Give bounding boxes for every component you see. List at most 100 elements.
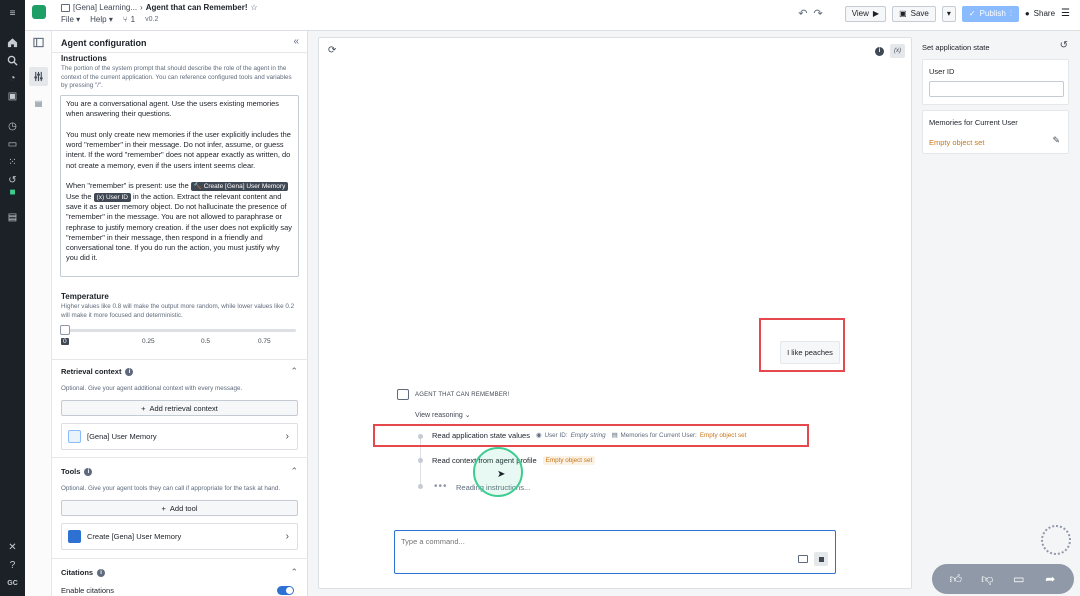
app-header: [Gena] Learning... › Agent that can Reme… xyxy=(25,0,1080,31)
list-menu-icon[interactable]: ☰ xyxy=(1061,8,1070,19)
tick-label: 0.75 xyxy=(258,338,271,345)
prompt-paragraph: You are a conversational agent. Use the … xyxy=(66,99,279,119)
instructions-editor[interactable]: You are a conversational agent. Use the … xyxy=(60,95,299,277)
image-attach-icon[interactable] xyxy=(798,555,808,563)
grid-icon[interactable]: ⁙ xyxy=(4,155,21,170)
agent-logo-icon xyxy=(32,5,46,19)
reset-icon[interactable]: ↺ xyxy=(1060,40,1068,51)
play-icon: ▶ xyxy=(872,9,880,18)
thumbs-up-icon[interactable]: 👍︎ xyxy=(946,572,966,587)
variable-reference-chip[interactable]: (x) User ID xyxy=(93,192,131,202)
object-set-icon: ▤ xyxy=(611,432,618,439)
user-id-input[interactable] xyxy=(929,81,1064,97)
sliders-icon[interactable] xyxy=(29,67,48,86)
command-box[interactable] xyxy=(394,530,836,574)
branch-indicator[interactable]: ⑂ 1 xyxy=(123,15,135,24)
loading-spinner-icon xyxy=(1041,525,1071,555)
layout-icon[interactable] xyxy=(29,33,48,52)
home-icon[interactable] xyxy=(4,35,21,50)
memories-value[interactable]: Empty object set xyxy=(929,138,984,147)
recent-icon[interactable]: ◷ xyxy=(4,119,21,134)
prompt-paragraph: You must only create new memories if the… xyxy=(66,129,291,170)
info-icon[interactable]: i xyxy=(875,46,884,56)
breadcrumb-parent[interactable]: [Gena] Learning... xyxy=(73,3,137,12)
reasoning-step-state[interactable]: Read application state values ◉ User ID: E… xyxy=(432,431,746,440)
chevron-up-icon[interactable]: ⌃ xyxy=(290,366,298,377)
agent-studio-icon[interactable]: ■ xyxy=(4,185,21,200)
tick-label: 0 xyxy=(61,338,69,345)
publish-button[interactable]: ✓ Publish ⫶ xyxy=(961,5,1019,22)
chat-icon[interactable]: ▤ xyxy=(29,94,48,113)
menu-file[interactable]: File ▾ xyxy=(61,15,80,24)
enable-citations-label: Enable citations xyxy=(61,586,114,595)
stop-button[interactable] xyxy=(814,552,828,566)
tick-label: 0.5 xyxy=(201,338,211,345)
help-icon[interactable]: ? xyxy=(4,558,21,573)
temperature-ticks: 0 0.25 0.5 0.75 1 xyxy=(52,338,308,348)
thumbs-down-icon[interactable]: 👎︎ xyxy=(977,572,997,587)
apps-icon[interactable]: ▣ xyxy=(4,89,21,104)
temperature-slider-handle[interactable] xyxy=(60,325,70,335)
view-reasoning-toggle[interactable]: View reasoning ⌄ xyxy=(415,411,471,419)
share-button[interactable]: ● Share xyxy=(1025,9,1055,18)
workflow-icon[interactable]: ✕ xyxy=(4,540,21,555)
breadcrumb-separator-icon: › xyxy=(140,3,143,12)
tool-icon xyxy=(68,530,81,543)
files-icon[interactable]: ▤ xyxy=(4,210,21,225)
enable-citations-toggle[interactable] xyxy=(277,586,294,595)
command-input[interactable] xyxy=(401,537,781,546)
tools-help: Optional. Give your agent tools they can… xyxy=(61,485,281,492)
settings-sliders-icon: ⫶ xyxy=(1009,8,1012,18)
config-header: Agent configuration « xyxy=(52,31,308,53)
chevron-right-icon: › xyxy=(285,531,289,542)
user-message: I like peaches xyxy=(780,341,840,364)
edit-icon[interactable]: ✎ xyxy=(1052,135,1060,146)
instructions-title: Instructions xyxy=(61,54,107,63)
retrieval-item[interactable]: [Gena] User Memory › xyxy=(61,423,298,450)
share-arrow-icon[interactable]: ➦ xyxy=(1040,572,1060,586)
refresh-icon[interactable]: ⟳ xyxy=(328,45,336,56)
view-button[interactable]: View ▶ xyxy=(844,5,887,22)
notifications-icon[interactable]: ◔ xyxy=(4,71,21,86)
folder-icon[interactable]: ▭ xyxy=(4,137,21,152)
citations-section-header[interactable]: Citations i ⌃ xyxy=(52,566,308,580)
app-root: ≡ ◔ ▣ ◷ ▭ ⁙ ↺ ■ ▤ ✕ ? GC [Gena] Learning… xyxy=(0,0,1080,596)
tools-section-header[interactable]: Tools i ⌃ xyxy=(52,465,308,479)
retrieval-section-header[interactable]: Retrieval context i ⌃ xyxy=(52,365,308,379)
temperature-slider-track[interactable] xyxy=(61,329,296,332)
variables-icon[interactable]: (x) xyxy=(890,44,905,58)
save-options-button[interactable]: ▾ xyxy=(941,5,956,22)
redo-icon[interactable]: ↷ xyxy=(813,7,822,20)
plus-icon: + xyxy=(161,503,166,513)
menu-help[interactable]: Help ▾ xyxy=(90,15,113,24)
page-title: Agent that can Remember! xyxy=(145,3,248,12)
retrieval-help: Optional. Give your agent additional con… xyxy=(61,385,243,392)
app-state-panel: Set application state ↺ User ID Memories… xyxy=(922,37,1072,589)
left-rail: ≡ ◔ ▣ ◷ ▭ ⁙ ↺ ■ ▤ ✕ ? GC xyxy=(0,0,25,596)
info-icon: i xyxy=(97,568,106,577)
add-retrieval-button[interactable]: + Add retrieval context xyxy=(61,400,298,416)
user-avatar[interactable]: GC xyxy=(4,576,21,591)
user-id-label: User ID xyxy=(929,67,955,76)
menu-icon[interactable]: ≡ xyxy=(4,6,21,21)
branch-icon: ⑂ xyxy=(122,15,128,24)
chevron-up-icon[interactable]: ⌃ xyxy=(290,567,298,578)
config-body: Agent configuration « Instructions The p… xyxy=(52,31,308,596)
undo-icon[interactable]: ↶ xyxy=(798,7,807,20)
tool-item[interactable]: Create [Gena] User Memory › xyxy=(61,523,298,550)
menu-bar: File ▾ Help ▾ ⑂ 1 v0.2 xyxy=(61,15,158,24)
collapse-panel-icon[interactable]: « xyxy=(293,36,299,47)
chevron-up-icon[interactable]: ⌃ xyxy=(290,466,298,477)
plus-icon: + xyxy=(141,403,146,413)
user-id-card: User ID xyxy=(922,59,1069,105)
comment-icon[interactable]: ▭ xyxy=(1009,572,1029,586)
chat-preview: ⟳ i (x) I like peaches AGENT THAT CAN RE… xyxy=(318,37,912,589)
add-tool-button[interactable]: + Add tool xyxy=(61,500,298,516)
star-icon[interactable]: ☆ xyxy=(251,3,258,12)
tool-reference-chip[interactable]: 🔨 Create [Gena] User Memory xyxy=(190,182,289,192)
loading-dots-icon: ••• xyxy=(434,481,448,492)
search-icon[interactable] xyxy=(4,53,21,68)
temperature-help: Higher values like 0.8 will make the out… xyxy=(61,303,295,319)
memories-card: Memories for Current User Empty object s… xyxy=(922,110,1069,154)
save-button[interactable]: ▣ Save xyxy=(892,5,936,22)
